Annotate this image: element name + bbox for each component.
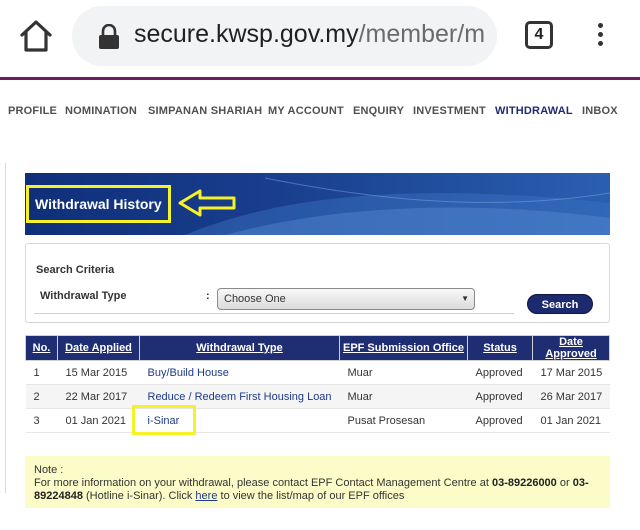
col-header-no[interactable]: No. xyxy=(25,335,58,361)
page-banner: Withdrawal History xyxy=(25,173,610,235)
cell-withdrawal-type-link[interactable]: Buy/Build House xyxy=(139,360,340,385)
nav-investment[interactable]: INVESTMENT xyxy=(413,96,486,126)
table-row: 1 15 Mar 2015 Buy/Build House Muar Appro… xyxy=(25,360,610,385)
search-criteria-title: Search Criteria xyxy=(36,264,115,276)
toolbar-divider xyxy=(0,77,640,80)
col-header-date-applied[interactable]: Date Applied xyxy=(57,335,140,361)
cell-status: Approved xyxy=(467,360,533,385)
note-box: Note : For more information on your with… xyxy=(25,456,610,508)
chevron-down-icon: ▼ xyxy=(461,294,469,303)
phone-number-main: 03-89226000 xyxy=(491,477,557,489)
table-row: 2 22 Mar 2017 Reduce / Redeem First Hous… xyxy=(25,384,610,409)
criteria-divider xyxy=(34,313,514,314)
note-text: For more information on your withdrawal,… xyxy=(34,477,601,503)
nav-profile[interactable]: PROFILE xyxy=(8,96,57,126)
cell-status: Approved xyxy=(467,408,533,433)
col-header-epf-office[interactable]: EPF Submission Office xyxy=(339,335,468,361)
nav-withdrawal[interactable]: WITHDRAWAL xyxy=(495,96,573,126)
col-header-status[interactable]: Status xyxy=(467,335,533,361)
cell-date-approved: 01 Jan 2021 xyxy=(532,408,610,433)
lock-icon xyxy=(98,23,120,50)
offices-link[interactable]: here xyxy=(195,490,217,502)
note-hotline: (Hotline i-Sinar). Click xyxy=(82,490,196,502)
cell-office: Pusat Prosesan xyxy=(339,408,468,433)
col-header-date-approved[interactable]: Date Approved xyxy=(532,335,610,361)
col-header-withdrawal-type[interactable]: Withdrawal Type xyxy=(139,335,340,361)
cell-date-applied: 22 Mar 2017 xyxy=(57,384,140,409)
cell-no: 3 xyxy=(25,408,58,433)
select-value: Choose One xyxy=(224,293,286,305)
cell-date-approved: 26 Mar 2017 xyxy=(532,384,610,409)
cell-date-approved: 17 Mar 2015 xyxy=(532,360,610,385)
tab-switcher-button[interactable]: 4 xyxy=(525,21,553,49)
cell-no: 2 xyxy=(25,384,58,409)
table-row: 3 01 Jan 2021 i-Sinar Pusat Prosesan App… xyxy=(25,408,610,433)
url-host: secure.kwsp.gov.my xyxy=(134,20,359,48)
cell-office: Muar xyxy=(339,360,468,385)
site-nav: PROFILE NOMINATION SIMPANAN SHARIAH MY A… xyxy=(0,96,640,126)
annotation-arrow-icon xyxy=(178,189,236,217)
more-vert-icon[interactable] xyxy=(594,20,606,52)
url-path: /member/m xyxy=(358,20,484,48)
search-criteria-panel: Search Criteria Withdrawal Type : Choose… xyxy=(25,243,610,323)
nav-nomination[interactable]: NOMINATION xyxy=(65,96,137,126)
note-label: Note : xyxy=(34,464,64,476)
i-sinar-highlight-box xyxy=(132,405,196,435)
url-text: secure.kwsp.gov.my/member/m xyxy=(134,20,484,49)
withdrawal-type-select[interactable]: Choose One ▼ xyxy=(217,288,475,310)
nav-inbox[interactable]: INBOX xyxy=(582,96,618,126)
withdrawal-type-label: Withdrawal Type xyxy=(40,290,127,302)
note-text-after: to view the list/map of our EPF offices xyxy=(217,490,405,502)
cell-date-applied: 15 Mar 2015 xyxy=(57,360,140,385)
content-left-border xyxy=(5,163,6,493)
cell-status: Approved xyxy=(467,384,533,409)
nav-simpanan-shariah[interactable]: SIMPANAN SHARIAH xyxy=(148,96,262,126)
address-bar[interactable]: secure.kwsp.gov.my/member/m xyxy=(72,6,497,66)
nav-my-account[interactable]: MY ACCOUNT xyxy=(268,96,344,126)
home-icon[interactable] xyxy=(16,16,56,56)
note-text-before: For more information on your withdrawal,… xyxy=(34,477,492,489)
note-or: or xyxy=(556,477,573,489)
cell-office: Muar xyxy=(339,384,468,409)
withdrawal-history-table: No. Date Applied Withdrawal Type EPF Sub… xyxy=(25,335,610,433)
cell-no: 1 xyxy=(25,360,58,385)
field-colon: : xyxy=(206,290,210,302)
table-header-row: No. Date Applied Withdrawal Type EPF Sub… xyxy=(25,335,610,361)
search-button[interactable]: Search xyxy=(527,294,593,314)
nav-enquiry[interactable]: ENQUIRY xyxy=(353,96,404,126)
page-title: Withdrawal History xyxy=(26,185,171,223)
cell-date-applied: 01 Jan 2021 xyxy=(57,408,140,433)
browser-toolbar: secure.kwsp.gov.my/member/m 4 xyxy=(0,0,640,80)
